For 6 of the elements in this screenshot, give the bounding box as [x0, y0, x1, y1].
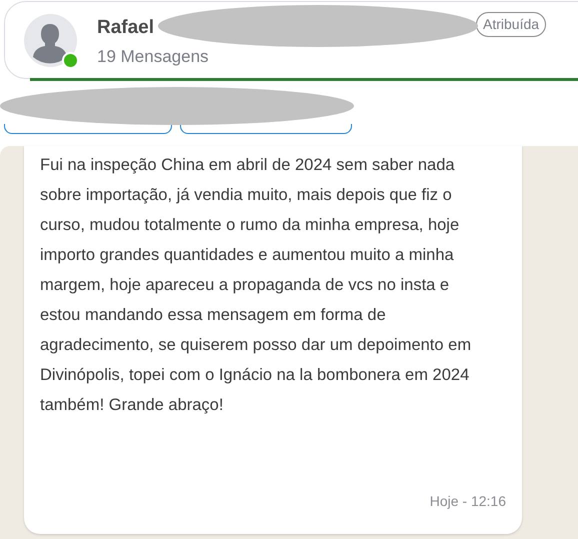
message-count: 19 Mensagens [97, 46, 209, 68]
message-time: Hoje - 12:16 [430, 492, 506, 511]
assigned-badge: Atribuída [476, 12, 546, 37]
contact-name: Rafael [97, 16, 154, 40]
message-text: Fui na inspeção China em abril de 2024 sem saber nada sobre importação, já vendia muito, mais depois que fiz o curso, mudou totalmente o rumo da minha empresa, hoje importo grandes quantidades e aumentou muito a minha margem, hoje apareceu a propaganda de vcs no insta e estou mandando essa mensagem em forma de agradecimento, se quiserem posso dar um depoimento em Divinópolis, topei com o Ignácio na la bombonera em 2024 também! Grande abraço! [40, 155, 472, 416]
avatar-icon [24, 14, 77, 67]
